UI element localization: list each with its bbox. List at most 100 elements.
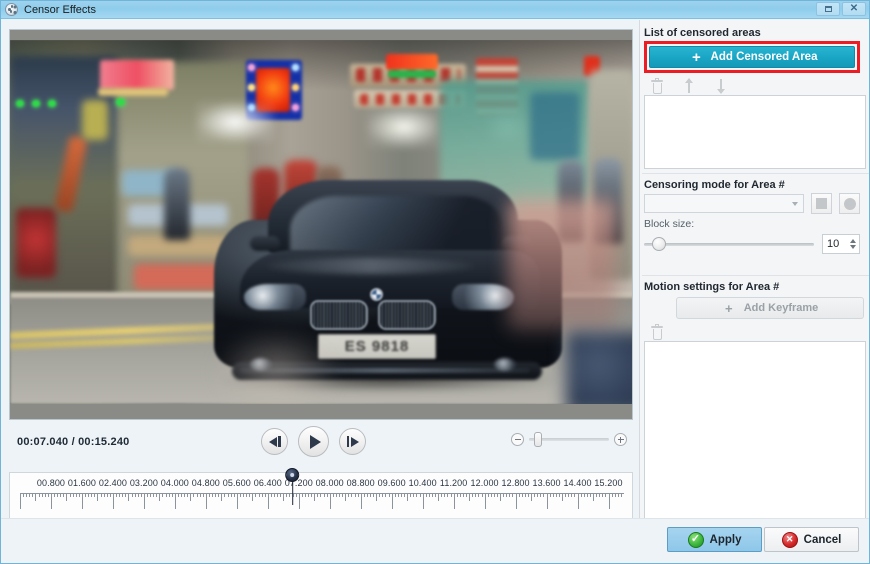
settings-panel: List of censored areas + Add Censored Ar… [639,20,869,538]
keyframe-list[interactable] [644,341,866,529]
censor-effects-window: Censor Effects ✕ ES 9818 00:07.040 / 00:… [0,0,870,564]
ruler-tick [100,494,102,497]
ruler-tick [527,494,529,497]
close-button[interactable]: ✕ [842,2,866,16]
restore-button[interactable] [816,2,840,16]
next-frame-button[interactable] [339,428,366,455]
ruler-tick [301,494,303,497]
block-size-slider-handle[interactable] [652,236,667,251]
ruler-tick [503,494,505,497]
ruler-tick [469,494,471,501]
ruler-tick [280,494,282,497]
ruler-tick [385,494,387,497]
ruler-tick [221,494,223,501]
ruler-tick [298,494,300,509]
add-censored-area-highlight: + Add Censored Area [644,41,860,73]
delete-area-icon[interactable] [650,78,664,94]
ruler-tick [66,494,68,501]
block-size-stepper[interactable]: 10 [822,234,860,254]
ruler-tick [273,494,275,497]
ruler-tick-label: 04.800 [191,478,220,488]
ruler-tick-label: 01.600 [67,478,97,488]
zoom-out-icon[interactable] [511,433,524,446]
ruler-tick [549,494,551,497]
ruler-tick [583,494,585,497]
ruler-tick [119,494,121,497]
ruler-tick [261,494,263,497]
move-area-down-icon[interactable] [714,78,728,94]
ruler-tick [614,494,616,497]
ruler-tick [190,494,192,501]
zoom-in-icon[interactable] [614,433,627,446]
add-keyframe-label: Add Keyframe [743,302,819,314]
ruler-tick [493,494,495,497]
ruler-tick [376,494,378,501]
zoom-slider-handle[interactable] [533,432,542,447]
move-area-up-icon[interactable] [682,78,696,94]
timeline-playhead-handle[interactable] [285,468,300,482]
ruler-tick [571,494,573,497]
ruler-tick [106,494,108,497]
play-button[interactable] [298,426,329,457]
ruler-tick [159,494,161,501]
ruler-tick [543,494,545,497]
square-shape-button[interactable] [811,193,832,214]
ruler-tick [410,494,412,497]
add-censored-area-button[interactable]: + Add Censored Area [649,46,855,68]
prev-frame-button[interactable] [261,428,288,455]
ruler-tick [29,494,31,497]
censored-areas-list[interactable] [644,95,866,169]
ruler-tick [357,494,359,497]
circle-shape-button[interactable] [839,193,860,214]
video-preview[interactable]: ES 9818 [9,29,633,420]
cancel-button[interactable]: ✕ Cancel [764,527,859,552]
ruler-tick [332,494,334,497]
ruler-tick [47,494,49,497]
ruler-tick [599,494,601,497]
ruler-tick [199,494,201,497]
ruler-tick [453,494,455,509]
stepper-up-icon[interactable] [850,239,856,243]
stepper-down-icon[interactable] [850,245,856,249]
stepper-arrows[interactable] [847,235,859,253]
ruler-tick [509,494,511,497]
delete-keyframe-icon[interactable] [650,324,664,340]
block-size-row: 10 [644,234,860,254]
square-icon [816,198,827,209]
ruler-tick [317,494,319,497]
apply-button[interactable]: ✓ Apply [667,527,762,552]
block-size-slider-track[interactable] [644,236,814,251]
ruler-tick-label: 02.400 [98,478,127,488]
ruler-tick [459,494,461,497]
ruler-tick [472,494,474,497]
ruler-tick [60,494,62,497]
ruler-tick [487,494,489,497]
ruler-tick [531,494,533,501]
ruler-tick [184,494,186,497]
ruler-tick [249,494,251,497]
film-reel-icon [5,3,18,16]
ruler-tick [589,494,591,497]
ruler-tick [342,494,344,497]
ruler-tick-label: 03.200 [129,478,158,488]
timeline-playhead[interactable] [285,468,300,505]
ruler-tick [88,494,90,497]
ruler-tick [128,494,130,501]
ruler-tick [270,494,272,497]
ruler-tick [168,494,170,497]
ruler-tick [323,494,325,497]
censoring-mode-label: Censoring mode for Area # [644,179,785,191]
zoom-slider-track[interactable] [529,432,609,447]
ruler-tick [252,494,254,501]
ruler-tick [140,494,142,497]
censoring-mode-select[interactable] [644,194,804,213]
ruler-tick [196,494,198,497]
ruler-tick [388,494,390,497]
ruler-tick [391,494,393,509]
time-readout: 00:07.040 / 00:15.240 [17,436,130,448]
ruler-tick [441,494,443,497]
ruler-tick [26,494,28,497]
ruler-tick [193,494,195,497]
add-keyframe-button[interactable]: + Add Keyframe [676,297,864,319]
ruler-tick-label: 08.800 [346,478,375,488]
